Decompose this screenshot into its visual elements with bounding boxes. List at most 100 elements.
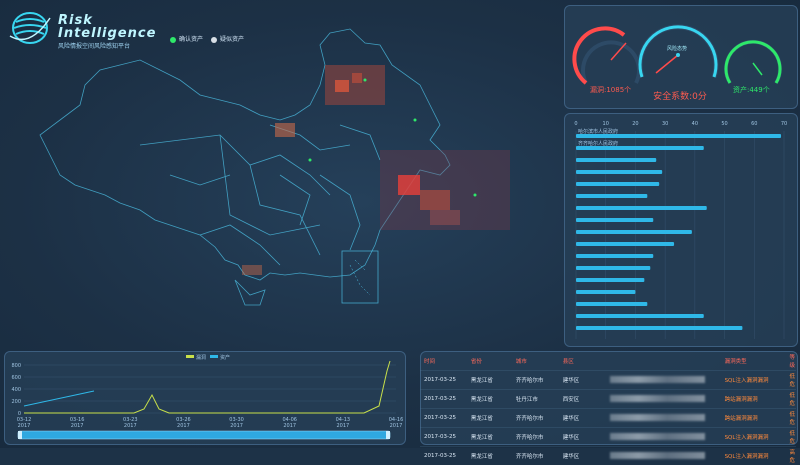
cell-vuln-type: 跨站漏洞漏洞 [721, 409, 786, 428]
asset-gauge [726, 42, 780, 83]
bar [576, 158, 656, 162]
cell-time: 2017-03-25 [420, 409, 467, 428]
bar-axis-tick: 60 [751, 121, 757, 127]
col-district: 县区 [559, 352, 606, 371]
safety-score: 安全系数:0分 [564, 89, 796, 102]
legend-asset: 资产 [220, 354, 230, 361]
bar [576, 194, 647, 198]
cell-province: 黑龙江省 [467, 447, 512, 465]
legend-vuln: 漏洞 [196, 354, 206, 361]
table-row[interactable]: 2017-03-25黑龙江省牡丹江市西安区跨站漏洞漏洞低危 [420, 390, 796, 409]
cell-province: 黑龙江省 [467, 371, 512, 390]
bar-axis-tick: 30 [662, 121, 668, 127]
bar [576, 326, 742, 330]
cell-level: 低危 [785, 428, 796, 447]
table-header: 时间 省份 城市 县区 漏洞类型 等级 [420, 352, 796, 371]
table-row[interactable]: 2017-03-25黑龙江省齐齐哈尔市建华区 跨站漏洞漏洞低危 [420, 409, 796, 428]
cell-district: 建华区 [559, 447, 606, 465]
cell-district: 西安区 [559, 390, 606, 409]
alert-table: 时间 省份 城市 县区 漏洞类型 等级 2017-03-25黑龙江省齐齐哈尔市建… [420, 352, 796, 465]
line-y-tick: 200 [11, 399, 21, 405]
risk-gauge-label: 风险态势 [667, 45, 687, 52]
cell-time: 2017-03-25 [420, 390, 467, 409]
trend-line-chart: 800600400200003-12201703-16201703-232017… [4, 351, 404, 443]
cell-time: 2017-03-25 [420, 371, 467, 390]
cell-target-redacted [606, 409, 721, 428]
cell-district: 建华区 [559, 409, 606, 428]
bar-axis-tick: 40 [692, 121, 698, 127]
cell-target-redacted [606, 390, 721, 409]
cell-level: 低危 [785, 390, 796, 409]
table-row[interactable]: 2017-03-25黑龙江省齐齐哈尔市建华区 SQL注入漏洞漏洞低危 [420, 428, 796, 447]
bar [576, 182, 659, 186]
col-province: 省份 [467, 352, 512, 371]
cell-level: 高危 [785, 447, 796, 465]
col-time: 时间 [420, 352, 467, 371]
cell-city: 齐齐哈尔市 [512, 428, 559, 447]
cell-province: 黑龙江省 [467, 428, 512, 447]
zoom-slider[interactable] [18, 431, 390, 439]
heatmap [242, 65, 510, 275]
cell-level: 低危 [785, 409, 796, 428]
col-level: 等级 [785, 352, 796, 371]
bar-label: 哈尔滨市人民政府 [578, 128, 618, 135]
south-sea-inset [342, 251, 378, 303]
line-legend: 漏洞 资产 [186, 354, 230, 361]
cell-vuln-type: SQL注入漏洞漏洞 [721, 428, 786, 447]
cell-target-redacted [606, 447, 721, 465]
line-x-tick-year: 2017 [18, 423, 31, 429]
cell-time: 2017-03-25 [420, 447, 467, 465]
table-row[interactable]: 2017-03-25黑龙江省齐齐哈尔市建华区 SQL注入漏洞漏洞高危 [420, 447, 796, 465]
line-x-tick-year: 2017 [390, 423, 403, 429]
cell-city: 齐齐哈尔市 [512, 409, 559, 428]
bar-label: 齐齐哈尔人民政府 [578, 140, 618, 147]
cell-district: 建华区 [559, 371, 606, 390]
bar-axis-tick: 10 [603, 121, 609, 127]
cell-vuln-type: SQL注入漏洞漏洞 [721, 447, 786, 465]
bar [576, 170, 662, 174]
vuln-gauge [574, 28, 639, 83]
cell-vuln-type: 跨站漏洞漏洞 [721, 390, 786, 409]
col-vuln-type: 漏洞类型 [721, 352, 786, 371]
col-city: 城市 [512, 352, 559, 371]
cell-vuln-type: SQL注入漏洞漏洞 [721, 371, 786, 390]
cell-city: 齐齐哈尔市 [512, 371, 559, 390]
bar [576, 254, 653, 258]
cell-province: 黑龙江省 [467, 409, 512, 428]
col-target [606, 352, 721, 371]
china-map[interactable] [20, 25, 560, 325]
cell-time: 2017-03-25 [420, 428, 467, 447]
bar-axis-tick: 0 [574, 121, 577, 127]
line-x-tick-year: 2017 [124, 423, 137, 429]
bar [576, 314, 704, 318]
bar [576, 266, 650, 270]
cell-city: 齐齐哈尔市 [512, 447, 559, 465]
bar [576, 278, 644, 282]
bar [576, 242, 674, 246]
line-x-tick-year: 2017 [71, 423, 84, 429]
bar [576, 290, 635, 294]
cell-district: 建华区 [559, 428, 606, 447]
bar [576, 302, 647, 306]
zoom-handle-right[interactable] [386, 431, 390, 439]
line-y-tick: 600 [11, 375, 21, 381]
table-row[interactable]: 2017-03-25黑龙江省齐齐哈尔市建华区 SQL注入漏洞漏洞低危 [420, 371, 796, 390]
zoom-handle-left[interactable] [18, 431, 22, 439]
bar-axis-tick: 50 [721, 121, 727, 127]
bar [576, 230, 692, 234]
cell-target-redacted [606, 428, 721, 447]
line-x-tick-year: 2017 [283, 423, 296, 429]
bar-axis-tick: 20 [632, 121, 638, 127]
legend-swatch-vuln [186, 355, 194, 358]
asset-series-line [24, 391, 94, 406]
cell-province: 黑龙江省 [467, 390, 512, 409]
bar [576, 218, 653, 222]
bar [576, 206, 707, 210]
horizontal-bar-chart: 010203040506070哈尔滨市人民政府齐齐哈尔人民政府 [564, 113, 796, 345]
cell-target-redacted [606, 371, 721, 390]
vuln-series-line [24, 361, 390, 413]
cell-level: 低危 [785, 371, 796, 390]
line-y-tick: 800 [11, 363, 21, 369]
line-y-tick: 400 [11, 387, 21, 393]
line-x-tick-year: 2017 [177, 423, 190, 429]
